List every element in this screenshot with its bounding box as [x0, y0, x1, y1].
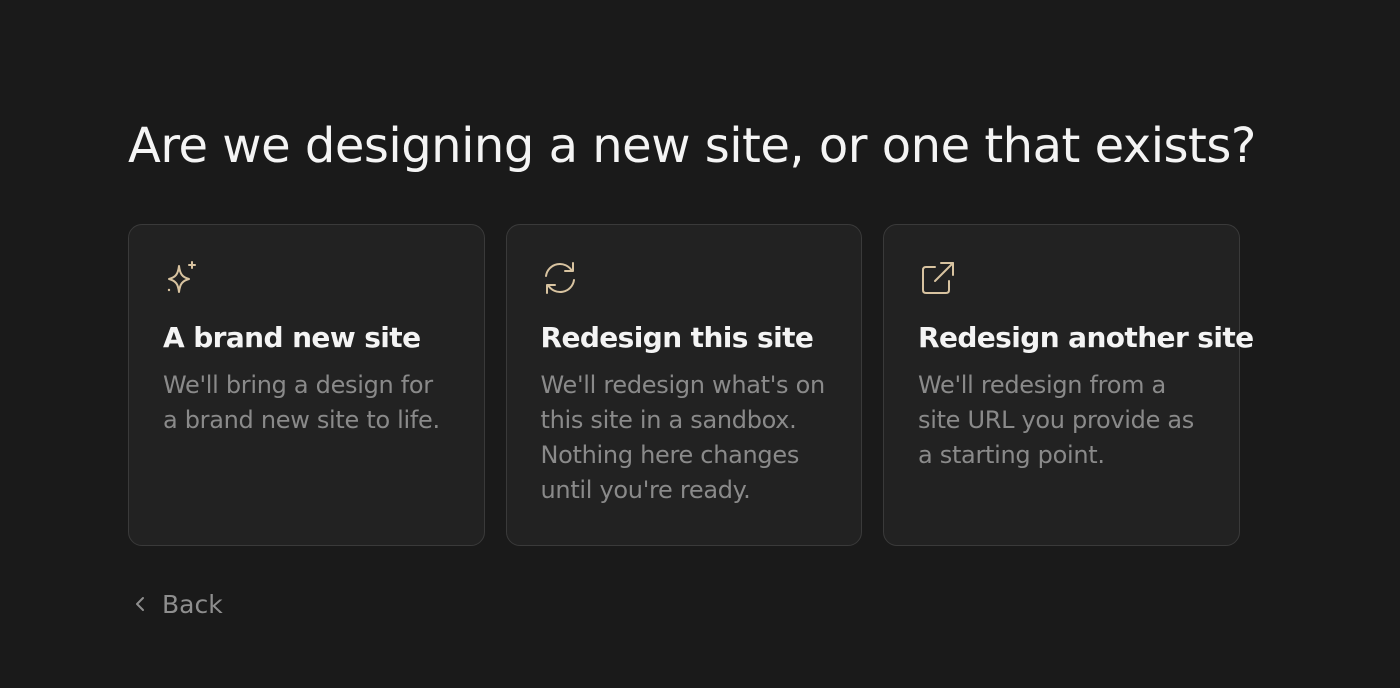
option-cards: A brand new site We'll bring a design fo…: [128, 224, 1254, 546]
option-description: We'll bring a design for a brand new sit…: [163, 371, 440, 434]
chevron-left-icon: [128, 592, 152, 616]
option-card-redesign-another[interactable]: Redesign another site We'll redesign fro…: [883, 224, 1254, 546]
sparkles-icon: [163, 259, 201, 297]
page-container: Are we designing a new site, or one that…: [128, 0, 1256, 688]
refresh-icon: [541, 259, 579, 297]
page-title: Are we designing a new site, or one that…: [128, 118, 1256, 174]
option-description: We'll redesign from a site URL you provi…: [918, 371, 1195, 469]
back-label: Back: [162, 589, 223, 619]
external-link-icon: [918, 259, 956, 297]
option-title: Redesign another site: [918, 321, 1254, 354]
back-button[interactable]: Back: [128, 584, 223, 624]
option-card-new-site[interactable]: A brand new site We'll bring a design fo…: [128, 224, 485, 546]
option-description: We'll redesign what's on this site in a …: [540, 371, 826, 504]
option-title: Redesign this site: [540, 321, 814, 354]
option-card-redesign-this[interactable]: Redesign this site We'll redesign what's…: [505, 224, 862, 546]
option-title: A brand new site: [163, 321, 421, 354]
